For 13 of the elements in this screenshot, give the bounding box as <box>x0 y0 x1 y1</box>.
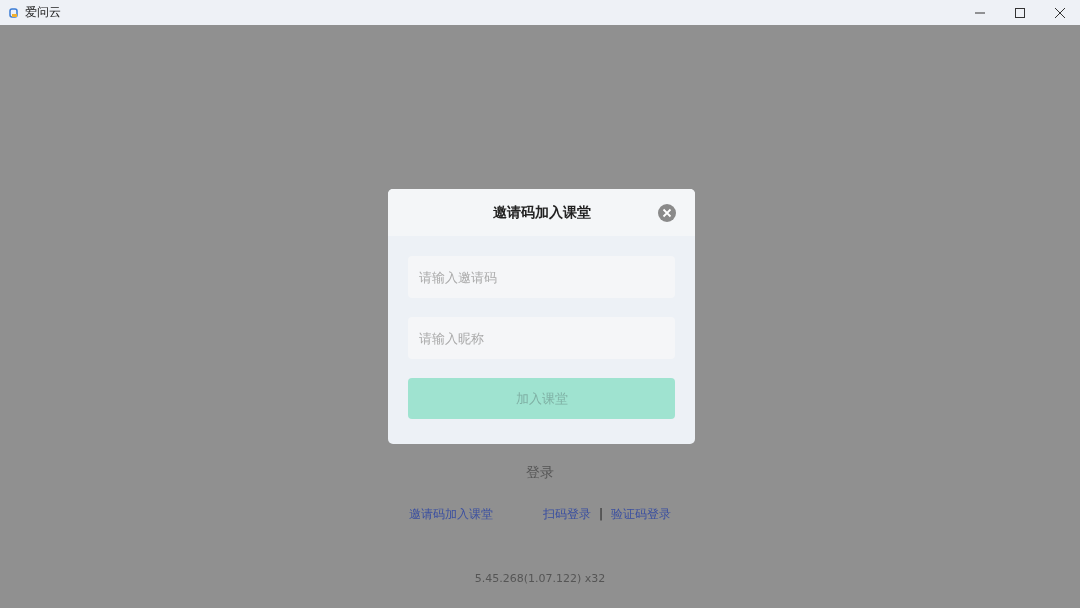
login-button[interactable]: 登录 <box>526 463 554 481</box>
window-title: 爱问云 <box>25 4 61 21</box>
input-field[interactable]: 请输入邀请码 <box>408 256 675 298</box>
app-logo-icon <box>9 7 18 18</box>
separator: | <box>598 506 603 522</box>
qr-login-link[interactable]: 扫码登录 <box>542 506 591 522</box>
maximize-icon[interactable] <box>1015 7 1025 18</box>
dialog-title: 邀请码加入课堂 <box>492 203 591 222</box>
version-text: 5.45.268(1.07.122) x32 <box>474 572 606 585</box>
code-login-link[interactable]: 验证码登录 <box>611 506 671 522</box>
close-icon[interactable] <box>1055 7 1065 18</box>
invite-code-link[interactable]: 邀请码加入课堂 <box>409 506 493 522</box>
input-field[interactable]: 请输入昵称 <box>408 317 675 359</box>
